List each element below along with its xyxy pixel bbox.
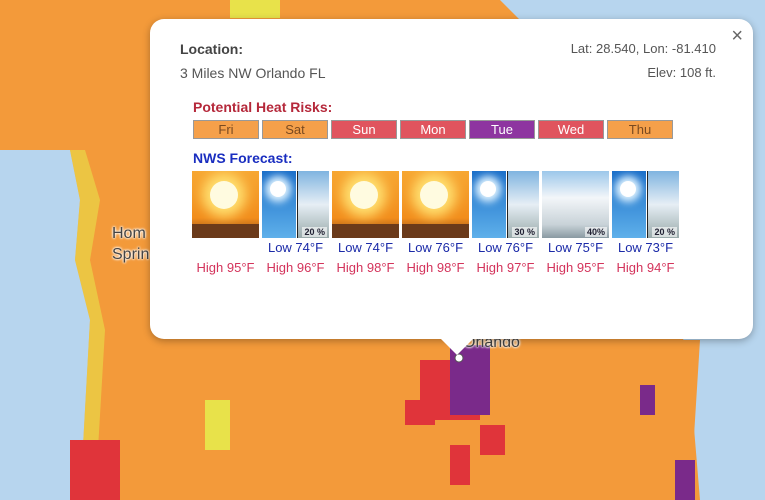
location-popup: × Location: 3 Miles NW Orlando FL Lat: 2… [150,19,753,355]
chance-tstorm-icon[interactable]: 40% [542,171,609,238]
location-label: Location: [180,41,243,57]
precip-chance: 20 % [652,227,677,237]
low-temp: Low 75°F [547,240,604,255]
low-temp: Low 74°F [337,240,394,255]
high-temp: High 98°F [336,260,395,275]
precip-chance: 40% [584,227,607,237]
elevation: Elev: 108 ft. [647,65,716,80]
low-temp: Low 73°F [617,240,674,255]
map-label-spring: Sprin [112,246,150,263]
forecast-days: High 95°F 20 % Low 74°F High 96°F Low 74°F Hi… [192,171,679,275]
high-temp: High 96°F [266,260,325,275]
precip-chance: 20 % [302,227,327,237]
heat-risk-day[interactable]: Mon [400,120,466,139]
forecast-day: Low 74°F High 98°F [332,171,399,275]
forecast-title: NWS Forecast: [193,150,293,166]
heat-risk-title: Potential Heat Risks: [193,99,333,115]
heat-risk-day[interactable]: Fri [193,120,259,139]
hot-sunny-icon[interactable] [192,171,259,238]
heat-risk-day[interactable]: Sat [262,120,328,139]
precip-chance: 30 % [512,227,537,237]
forecast-day: High 95°F [192,171,259,275]
high-temp: High 95°F [196,260,255,275]
heat-risk-day[interactable]: Sun [331,120,397,139]
low-temp: Low 74°F [267,240,324,255]
sunny-then-tstorm-icon[interactable]: 30 % [472,171,539,238]
location-name: 3 Miles NW Orlando FL [180,65,326,81]
high-temp: High 94°F [616,260,675,275]
high-temp: High 98°F [406,260,465,275]
sunny-then-tstorm-icon[interactable]: 20 % [262,171,329,238]
high-temp: High 95°F [546,260,605,275]
forecast-day: 40% Low 75°F High 95°F [542,171,609,275]
high-temp: High 97°F [476,260,535,275]
map-label-home: Hom [112,225,146,242]
lat-lon: Lat: 28.540, Lon: -81.410 [570,41,716,56]
hot-sunny-icon[interactable] [332,171,399,238]
forecast-day: 30 % Low 76°F High 97°F [472,171,539,275]
low-temp [192,240,259,257]
forecast-day: 20 % Low 73°F High 94°F [612,171,679,275]
heat-risk-day[interactable]: Wed [538,120,604,139]
sunny-then-tstorm-icon[interactable]: 20 % [612,171,679,238]
heat-risk-day[interactable]: Thu [607,120,673,139]
hot-sunny-icon[interactable] [402,171,469,238]
close-icon[interactable]: × [731,25,743,48]
heat-risk-day[interactable]: Tue [469,120,535,139]
heat-risk-bar: Fri Sat Sun Mon Tue Wed Thu [193,120,673,139]
low-temp: Low 76°F [477,240,534,255]
forecast-day: 20 % Low 74°F High 96°F [262,171,329,275]
forecast-day: Low 76°F High 98°F [402,171,469,275]
low-temp: Low 76°F [407,240,464,255]
